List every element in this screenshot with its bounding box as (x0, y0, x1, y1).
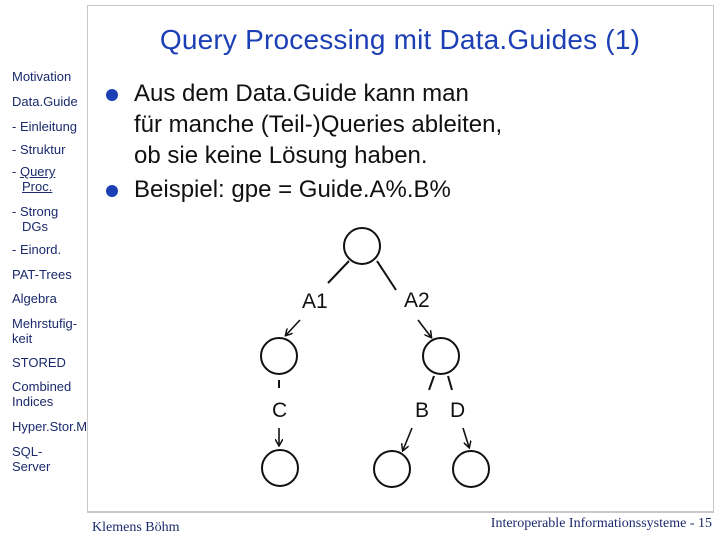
tree-node-d (452, 450, 490, 488)
tree-edge (327, 260, 350, 284)
edge-label-d: D (450, 399, 465, 422)
tree-arrow (403, 427, 413, 450)
footer-course-page: Interoperable Informationssysteme - 15 (490, 516, 712, 531)
tree-node-root (343, 227, 381, 265)
tree-edge (428, 375, 435, 391)
tree-node-b (373, 450, 411, 488)
edge-label-c: C (272, 399, 287, 422)
footer-author: Klemens Böhm (92, 520, 180, 535)
tree-arrow (462, 427, 469, 447)
edge-label-a1: A1 (302, 290, 328, 313)
tree-arrow (417, 319, 431, 337)
tree-node-a1 (260, 337, 298, 375)
dataguide-tree-diagram: A1 A2 C B D (260, 227, 490, 488)
tree-node-c (261, 449, 299, 487)
edge-label-b: B (415, 399, 429, 422)
tree-arrow (286, 319, 301, 335)
tree-node-a2 (422, 337, 460, 375)
tree-edge (376, 260, 397, 291)
edge-label-a2: A2 (404, 289, 430, 312)
tree-edge (447, 375, 453, 391)
